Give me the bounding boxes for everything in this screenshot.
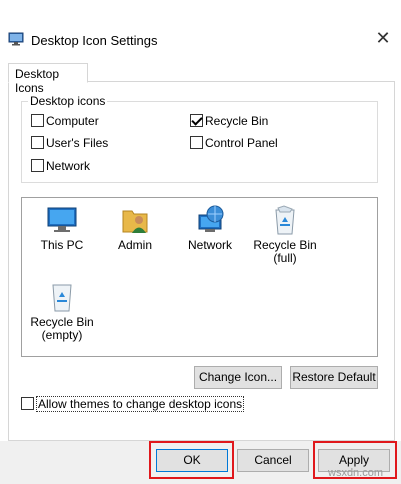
recycle-bin-full-icon [268, 203, 302, 237]
icon-item-network[interactable]: Network [170, 203, 250, 252]
group-legend: Desktop icons [28, 94, 108, 108]
recycle-bin-label[interactable]: Recycle Bin [205, 114, 268, 128]
icon-label: Recycle Bin (full) [253, 238, 317, 265]
icon-label: Network [187, 238, 232, 252]
users-files-label[interactable]: User's Files [46, 136, 108, 150]
icon-item-this-pc[interactable]: This PC [22, 203, 102, 252]
icon-label: Recycle Bin (empty) [30, 315, 94, 342]
computer-label[interactable]: Computer [46, 114, 99, 128]
window-title: Desktop Icon Settings [31, 33, 158, 48]
icon-item-admin[interactable]: Admin [95, 203, 175, 252]
icon-list[interactable]: This PC Admin Network Recycle Bin (full)… [21, 197, 378, 357]
network-globe-icon [193, 203, 227, 237]
watermark: wsxdn.com [328, 467, 384, 479]
network-label[interactable]: Network [46, 159, 90, 173]
recycle-bin-empty-icon [45, 280, 79, 314]
users-files-checkbox[interactable] [31, 136, 44, 149]
icon-label: This PC [40, 238, 84, 252]
icon-item-recycle-bin-full[interactable]: Recycle Bin (full) [245, 203, 325, 265]
allow-themes-label[interactable]: Allow themes to change desktop icons [36, 396, 245, 412]
recycle-bin-checkbox[interactable] [190, 114, 203, 127]
icon-label: Admin [117, 238, 152, 252]
restore-default-button[interactable]: Restore Default [290, 366, 378, 389]
allow-themes-checkbox[interactable] [21, 397, 34, 410]
change-icon-button[interactable]: Change Icon... [194, 366, 282, 389]
user-folder-icon [118, 203, 152, 237]
cancel-button[interactable]: Cancel [237, 449, 309, 472]
monitor-icon [45, 203, 79, 237]
icon-item-recycle-bin-empty[interactable]: Recycle Bin (empty) [22, 280, 102, 342]
control-panel-checkbox[interactable] [190, 136, 203, 149]
close-icon[interactable]: ✕ [374, 29, 392, 47]
tab-desktop-icons[interactable]: Desktop Icons [8, 63, 88, 95]
control-panel-label[interactable]: Control Panel [205, 136, 278, 150]
ok-button[interactable]: OK [156, 449, 228, 472]
network-checkbox[interactable] [31, 159, 44, 172]
desktop-settings-icon [8, 31, 24, 47]
computer-checkbox[interactable] [31, 114, 44, 127]
